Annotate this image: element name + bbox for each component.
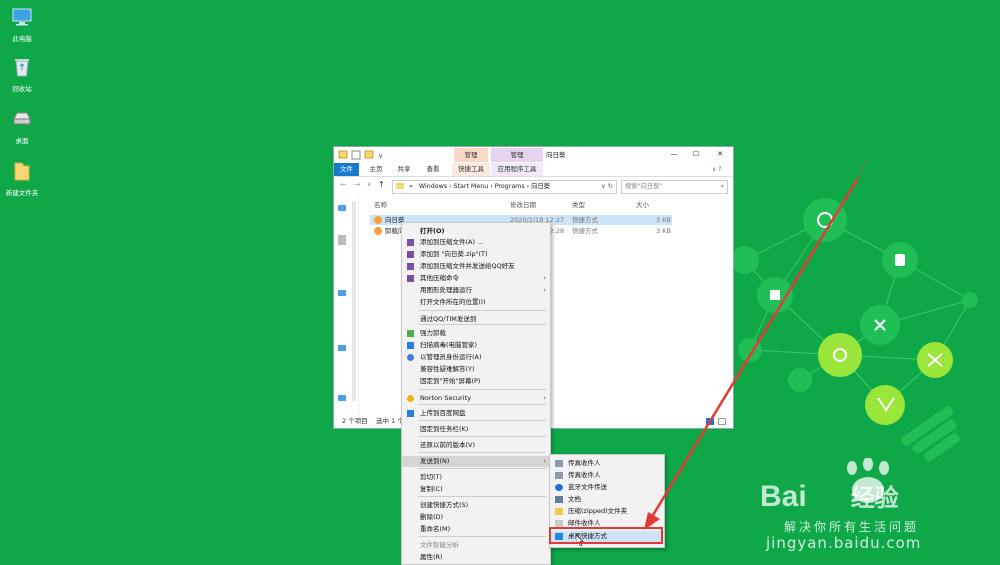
watermark-brand-text-2: 经验 — [850, 485, 899, 512]
watermark-brand-text: Bai — [760, 480, 807, 513]
watermark-slogan: 解决你所有生活问题 — [784, 520, 920, 534]
watermark-brand: Bai 经验 — [760, 478, 899, 514]
watermark-url: jingyan.baidu.com — [766, 534, 922, 552]
baidu-jingyan-watermark: Bai 经验 解决你所有生活问题 jingyan.baidu.com — [760, 458, 1000, 560]
